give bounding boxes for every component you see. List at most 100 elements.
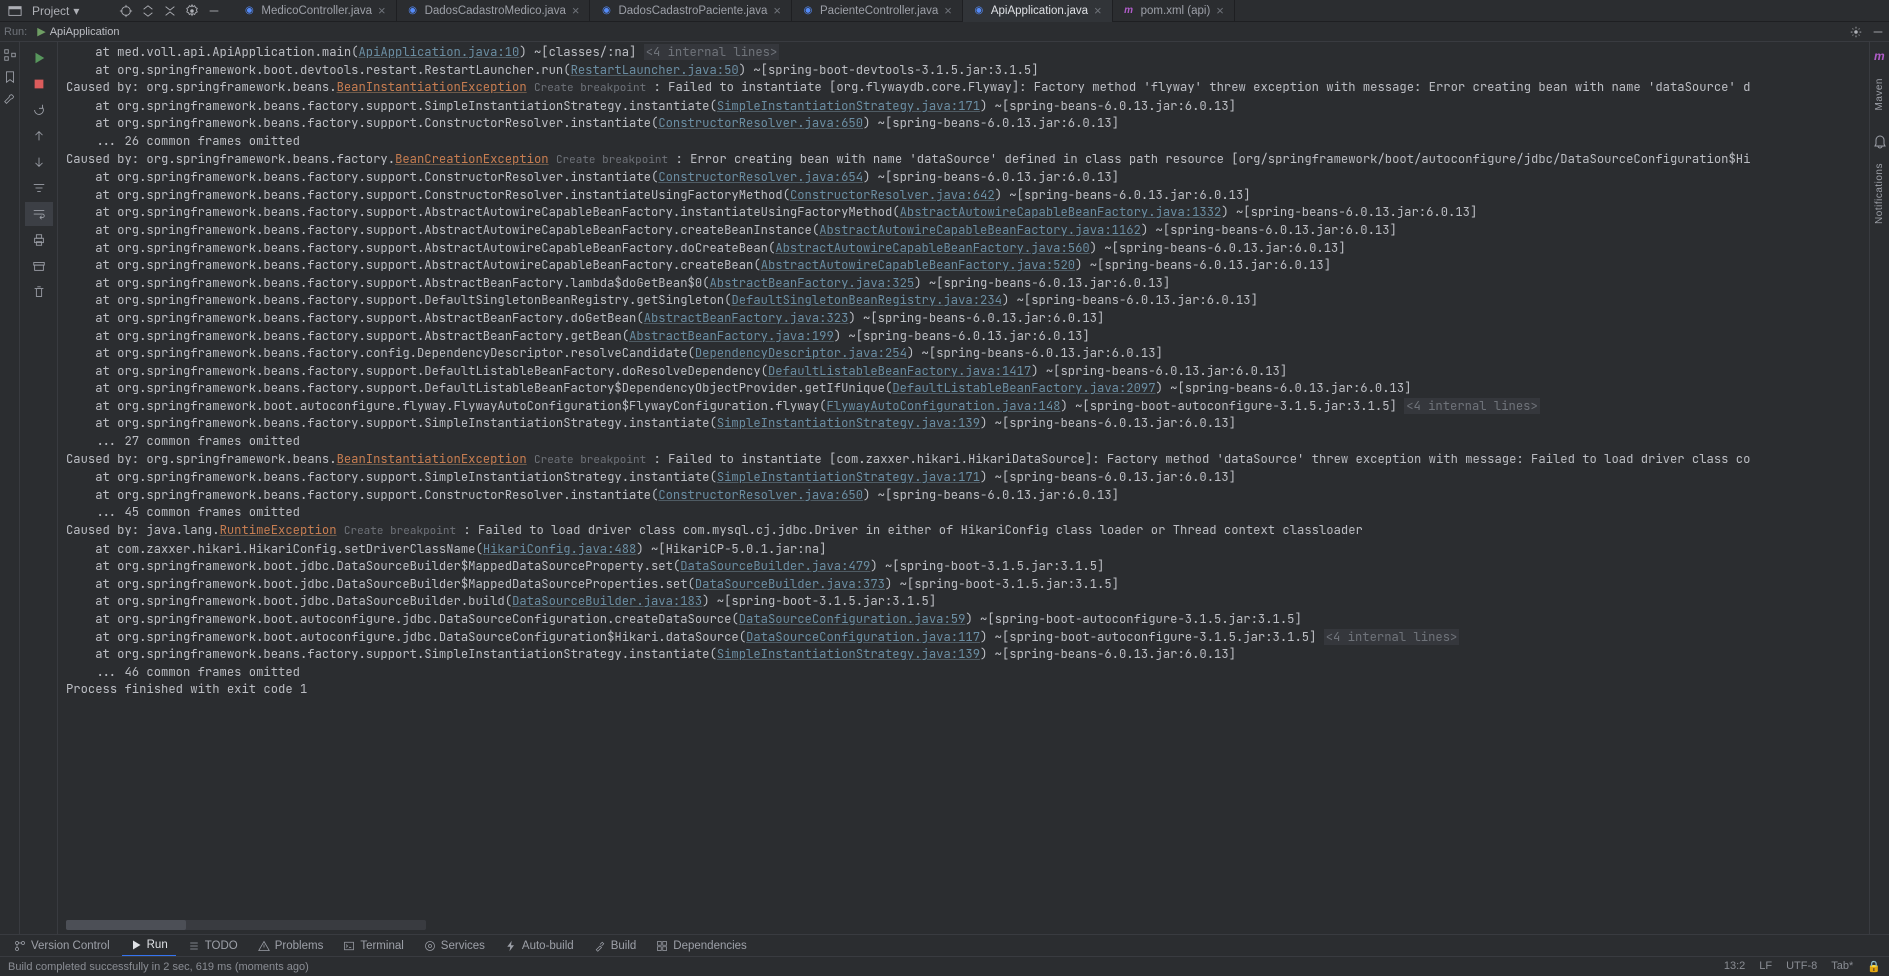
close-icon[interactable]: × bbox=[572, 3, 580, 18]
soft-wrap-button[interactable] bbox=[25, 202, 53, 226]
console-line: at org.springframework.boot.autoconfigur… bbox=[66, 398, 1861, 416]
source-link[interactable]: AbstractBeanFactory.java:199 bbox=[629, 328, 834, 344]
source-link[interactable]: SimpleInstantiationStrategy.java:139 bbox=[717, 415, 980, 431]
main-content: at med.voll.api.ApiApplication.main(ApiA… bbox=[0, 42, 1889, 934]
source-link[interactable]: DependencyDescriptor.java:254 bbox=[695, 345, 907, 361]
stop-button[interactable] bbox=[25, 72, 53, 96]
editor-tab[interactable]: ◉DadosCadastroMedico.java× bbox=[397, 0, 591, 22]
tab-label: DadosCadastroMedico.java bbox=[425, 5, 566, 17]
indent-setting[interactable]: Tab* bbox=[1831, 960, 1853, 973]
trash-button[interactable] bbox=[25, 280, 53, 304]
source-link[interactable]: AbstractBeanFactory.java:325 bbox=[710, 275, 915, 291]
project-tool-icon[interactable] bbox=[4, 0, 26, 22]
source-link[interactable]: SimpleInstantiationStrategy.java:171 bbox=[717, 469, 980, 485]
console-line: ... 45 common frames omitted bbox=[66, 504, 1861, 522]
source-link[interactable]: ConstructorResolver.java:650 bbox=[658, 115, 863, 131]
maven-label[interactable]: Maven bbox=[1874, 78, 1885, 111]
source-link[interactable]: ConstructorResolver.java:650 bbox=[658, 487, 863, 503]
file-encoding[interactable]: UTF-8 bbox=[1786, 960, 1817, 973]
source-link[interactable]: DataSourceBuilder.java:373 bbox=[695, 576, 885, 592]
down-button[interactable] bbox=[25, 150, 53, 174]
structure-icon[interactable] bbox=[3, 48, 17, 62]
source-link[interactable]: DataSourceBuilder.java:479 bbox=[680, 558, 870, 574]
bottom-tab-services[interactable]: Services bbox=[416, 935, 493, 957]
archive-button[interactable] bbox=[25, 254, 53, 278]
console-output[interactable]: at med.voll.api.ApiApplication.main(ApiA… bbox=[58, 42, 1869, 934]
source-link[interactable]: AbstractAutowireCapableBeanFactory.java:… bbox=[900, 204, 1222, 220]
readonly-lock-icon[interactable]: 🔒 bbox=[1867, 960, 1881, 973]
left-side-rail bbox=[0, 42, 20, 934]
editor-tab[interactable]: mpom.xml (api)× bbox=[1113, 0, 1235, 22]
settings-icon[interactable] bbox=[181, 0, 203, 22]
filter-button[interactable] bbox=[25, 176, 53, 200]
horizontal-scrollbar[interactable] bbox=[66, 920, 426, 930]
source-link[interactable]: DefaultSingletonBeanRegistry.java:234 bbox=[731, 292, 1002, 308]
source-link[interactable]: SimpleInstantiationStrategy.java:171 bbox=[717, 98, 980, 114]
bookmarks-icon[interactable] bbox=[3, 70, 17, 84]
bottom-tab-dependencies[interactable]: Dependencies bbox=[648, 935, 755, 957]
console-line: at org.springframework.beans.factory.sup… bbox=[66, 257, 1861, 275]
close-icon[interactable]: × bbox=[378, 3, 386, 18]
line-separator[interactable]: LF bbox=[1759, 960, 1772, 973]
source-link[interactable]: AbstractAutowireCapableBeanFactory.java:… bbox=[775, 240, 1089, 256]
minimize-icon[interactable] bbox=[203, 0, 225, 22]
exception-link[interactable]: BeanCreationException bbox=[395, 151, 549, 167]
source-link[interactable]: AbstractAutowireCapableBeanFactory.java:… bbox=[761, 257, 1075, 273]
notifications-icon[interactable] bbox=[1872, 133, 1888, 149]
exception-link[interactable]: RuntimeException bbox=[220, 522, 337, 538]
maven-icon[interactable]: m bbox=[1872, 48, 1888, 64]
bottom-tab-todo[interactable]: TODO bbox=[180, 935, 246, 957]
editor-tab[interactable]: ◉DadosCadastroPaciente.java× bbox=[590, 0, 792, 22]
run-config[interactable]: ▶ ApiApplication bbox=[33, 25, 123, 38]
source-link[interactable]: DefaultListableBeanFactory.java:1417 bbox=[768, 363, 1031, 379]
close-icon[interactable]: × bbox=[1216, 3, 1224, 18]
console-line: Caused by: org.springframework.beans.fac… bbox=[66, 151, 1861, 170]
source-link[interactable]: FlywayAutoConfiguration.java:148 bbox=[827, 398, 1061, 414]
exception-link[interactable]: BeanInstantiationException bbox=[337, 79, 527, 95]
run-settings-icon[interactable] bbox=[1845, 21, 1867, 43]
close-icon[interactable]: × bbox=[1094, 3, 1102, 18]
source-link[interactable]: ConstructorResolver.java:654 bbox=[658, 169, 863, 185]
up-button[interactable] bbox=[25, 124, 53, 148]
editor-tab[interactable]: ◉ApiApplication.java× bbox=[963, 0, 1113, 22]
tab-label: PacienteController.java bbox=[820, 5, 938, 17]
bottom-tab-label: Services bbox=[441, 940, 485, 952]
run-minimize-icon[interactable] bbox=[1867, 21, 1889, 43]
rerun-button[interactable] bbox=[25, 46, 53, 70]
wrench-icon[interactable] bbox=[3, 92, 17, 106]
create-breakpoint-link[interactable]: Create breakpoint bbox=[534, 81, 646, 95]
close-icon[interactable]: × bbox=[773, 3, 781, 18]
target-icon[interactable] bbox=[115, 0, 137, 22]
source-link[interactable]: DataSourceConfiguration.java:59 bbox=[739, 611, 966, 627]
restart-button[interactable] bbox=[25, 98, 53, 122]
notifications-label[interactable]: Notifications bbox=[1874, 163, 1885, 224]
project-dropdown[interactable]: Project ▾ bbox=[26, 0, 85, 22]
source-link[interactable]: DataSourceBuilder.java:183 bbox=[512, 593, 702, 609]
create-breakpoint-link[interactable]: Create breakpoint bbox=[534, 453, 646, 467]
editor-tab[interactable]: ◉PacienteController.java× bbox=[792, 0, 963, 22]
source-link[interactable]: HikariConfig.java:488 bbox=[483, 541, 637, 557]
bottom-tab-version-control[interactable]: Version Control bbox=[6, 935, 118, 957]
bottom-tab-problems[interactable]: Problems bbox=[250, 935, 332, 957]
exception-link[interactable]: BeanInstantiationException bbox=[337, 451, 527, 467]
source-link[interactable]: ConstructorResolver.java:642 bbox=[790, 187, 995, 203]
bottom-tab-build[interactable]: Build bbox=[586, 935, 645, 957]
bottom-tab-run[interactable]: Run bbox=[122, 935, 176, 957]
source-link[interactable]: SimpleInstantiationStrategy.java:139 bbox=[717, 646, 980, 662]
collapse-icon[interactable] bbox=[159, 0, 181, 22]
bottom-tab-terminal[interactable]: Terminal bbox=[335, 935, 411, 957]
source-link[interactable]: AbstractAutowireCapableBeanFactory.java:… bbox=[819, 222, 1141, 238]
bottom-tab-auto-build[interactable]: Auto-build bbox=[497, 935, 582, 957]
source-link[interactable]: ApiApplication.java:10 bbox=[359, 44, 520, 60]
source-link[interactable]: DataSourceConfiguration.java:117 bbox=[746, 629, 980, 645]
editor-tab[interactable]: ◉MedicoController.java× bbox=[233, 0, 396, 22]
print-button[interactable] bbox=[25, 228, 53, 252]
create-breakpoint-link[interactable]: Create breakpoint bbox=[556, 153, 668, 167]
cursor-position[interactable]: 13:2 bbox=[1724, 960, 1745, 973]
source-link[interactable]: RestartLauncher.java:50 bbox=[571, 62, 739, 78]
source-link[interactable]: AbstractBeanFactory.java:323 bbox=[644, 310, 849, 326]
expand-icon[interactable] bbox=[137, 0, 159, 22]
close-icon[interactable]: × bbox=[944, 3, 952, 18]
create-breakpoint-link[interactable]: Create breakpoint bbox=[344, 524, 456, 538]
source-link[interactable]: DefaultListableBeanFactory.java:2097 bbox=[892, 380, 1155, 396]
